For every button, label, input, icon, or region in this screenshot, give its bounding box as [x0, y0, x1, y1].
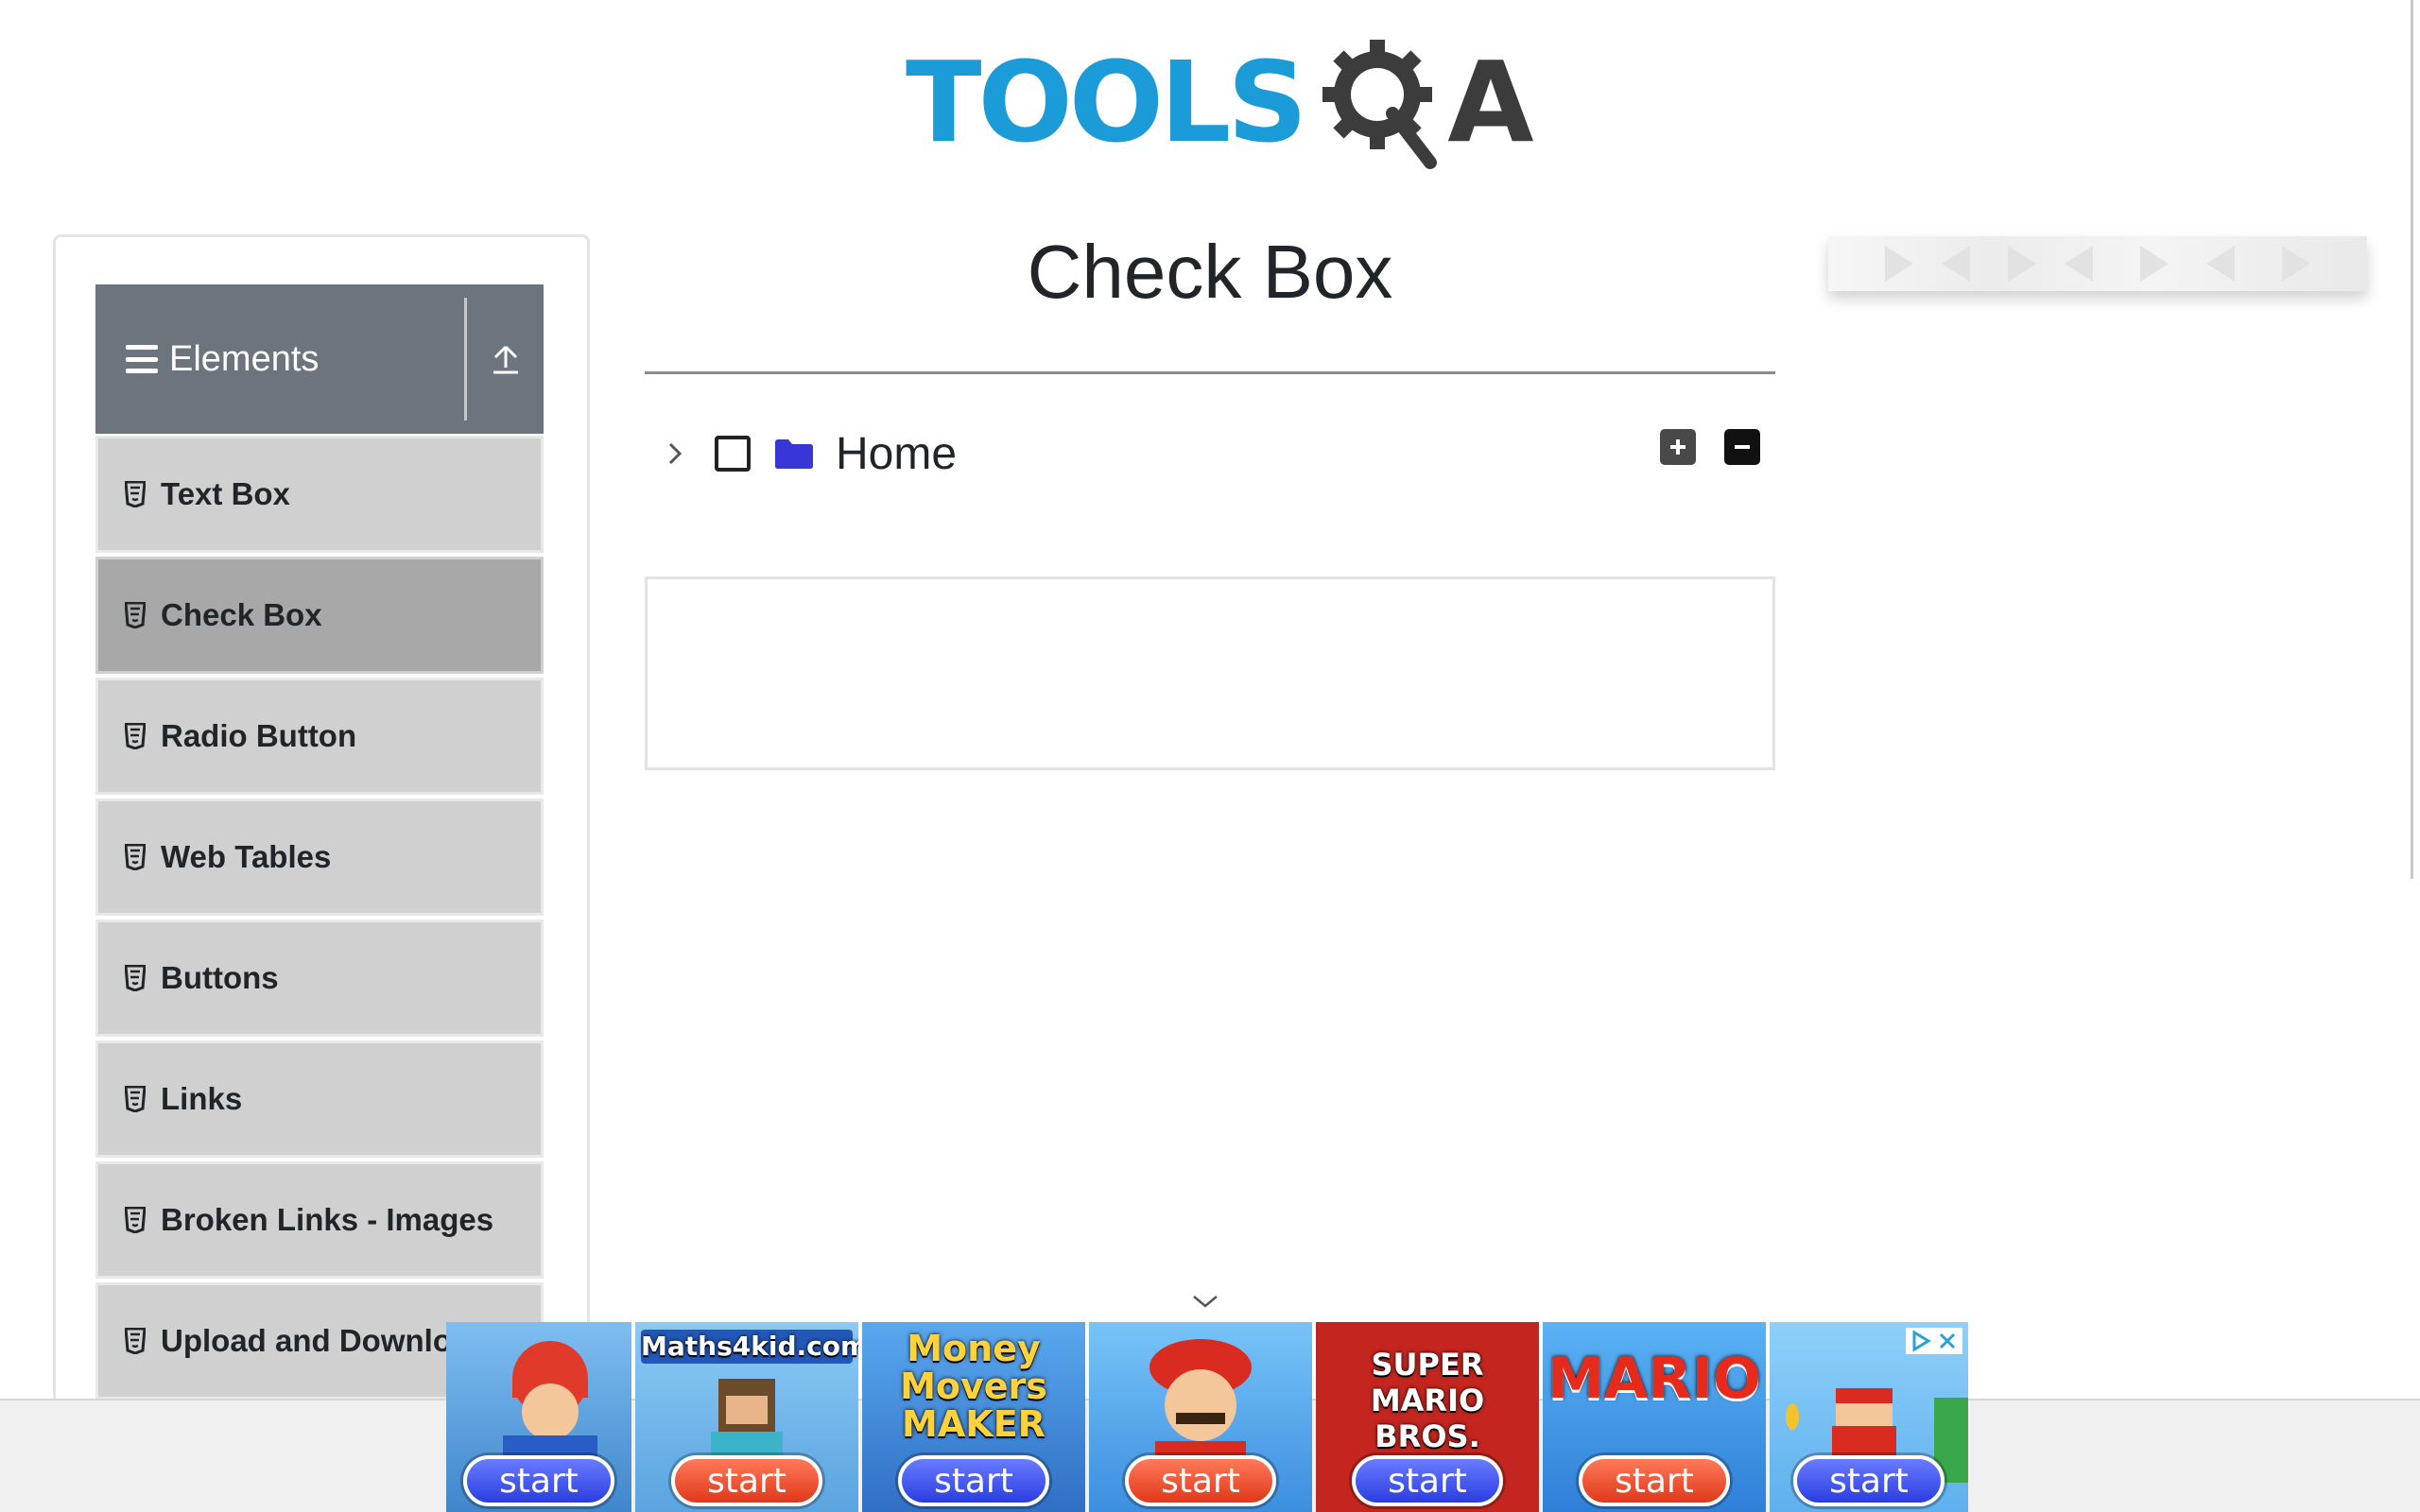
- menu-item-broken-links[interactable]: Broken Links - Images: [95, 1161, 544, 1279]
- menu-item-check-box[interactable]: Check Box: [95, 557, 544, 674]
- ad-start-button[interactable]: start: [898, 1455, 1049, 1506]
- html5-icon: [125, 481, 146, 507]
- ad-start-button[interactable]: start: [1125, 1455, 1276, 1506]
- ad-start-button[interactable]: start: [1352, 1455, 1503, 1506]
- plus-icon: [1670, 439, 1685, 455]
- ad-caption: SUPER MARIO BROS.: [1370, 1347, 1485, 1454]
- ad-tile[interactable]: Maths4kid.com start: [635, 1322, 858, 1512]
- hamburger-icon: [126, 345, 158, 373]
- menu-item-text-box[interactable]: Text Box: [95, 436, 544, 553]
- logo-text-tools: TOOLS: [906, 37, 1307, 167]
- html5-icon: [125, 1086, 146, 1112]
- ad-tile[interactable]: SUPER MARIO BROS. start: [1316, 1322, 1539, 1512]
- expand-all-button[interactable]: [1660, 429, 1696, 465]
- minus-icon: [1735, 445, 1750, 449]
- ad-start-button[interactable]: start: [1579, 1455, 1730, 1506]
- game-ad-strip[interactable]: start Maths4kid.com start Money Movers M…: [446, 1322, 1976, 1512]
- menu-item-label: Web Tables: [161, 839, 332, 874]
- html5-icon: [125, 1207, 146, 1233]
- page-title: Check Box: [1027, 230, 1393, 314]
- adchoices-icon[interactable]: [1910, 1330, 1932, 1352]
- collapse-all-button[interactable]: [1724, 429, 1760, 465]
- result-output-box: [645, 576, 1775, 770]
- html5-icon: [125, 1328, 146, 1354]
- ad-start-button[interactable]: start: [463, 1455, 614, 1506]
- side-ad-banner[interactable]: [1828, 236, 2367, 291]
- menu-item-label: Check Box: [161, 597, 322, 632]
- menu-item-label: Text Box: [161, 476, 290, 511]
- ad-tile[interactable]: start: [446, 1322, 631, 1512]
- close-icon[interactable]: [1936, 1330, 1959, 1352]
- scrollbar-thumb[interactable]: [2411, 0, 2413, 879]
- ad-tile[interactable]: start: [1089, 1322, 1312, 1512]
- ad-start-button[interactable]: start: [671, 1455, 822, 1506]
- menu-item-web-tables[interactable]: Web Tables: [95, 799, 544, 916]
- collapse-group-button[interactable]: [467, 284, 544, 434]
- html5-icon: [125, 723, 146, 749]
- left-panel: Elements Text Box Check Box Radio Button…: [53, 234, 590, 1512]
- gear-magnifier-icon: [1309, 26, 1461, 178]
- menu-item-buttons[interactable]: Buttons: [95, 919, 544, 1037]
- menu-item-label: Links: [161, 1081, 243, 1116]
- group-title: Elements: [169, 338, 320, 379]
- menu-item-label: Broken Links - Images: [161, 1202, 494, 1237]
- menu-item-links[interactable]: Links: [95, 1040, 544, 1158]
- ad-caption: Money Movers MAKER: [900, 1328, 1047, 1445]
- ad-choices-badge[interactable]: [1906, 1328, 1962, 1354]
- check-box-tree: Home: [645, 416, 1775, 491]
- ad-tile[interactable]: start: [1770, 1322, 1968, 1512]
- html5-icon: [125, 602, 146, 628]
- tree-node-home: Home: [658, 416, 957, 491]
- ad-tile[interactable]: Money Movers MAKER start: [862, 1322, 1085, 1512]
- header-divider: [464, 298, 467, 421]
- html5-icon: [125, 965, 146, 991]
- elements-menu: Text Box Check Box Radio Button Web Tabl…: [95, 436, 544, 1403]
- html5-icon: [125, 844, 146, 870]
- site-header: TOOLS A: [0, 0, 2420, 189]
- folder-icon: [775, 439, 813, 469]
- menu-item-radio-button[interactable]: Radio Button: [95, 678, 544, 795]
- ad-tile[interactable]: MARIO start: [1543, 1322, 1766, 1512]
- group-title-area[interactable]: Elements: [95, 284, 464, 434]
- chevron-right-icon[interactable]: [658, 437, 692, 471]
- title-divider: [645, 371, 1775, 374]
- home-checkbox[interactable]: [715, 436, 751, 472]
- page-scrollbar[interactable]: [2409, 0, 2420, 879]
- menu-item-label: Upload and Download: [161, 1323, 489, 1358]
- toolsqa-logo[interactable]: TOOLS A: [906, 26, 1534, 178]
- menu-item-label: Radio Button: [161, 718, 357, 753]
- menu-item-label: Buttons: [161, 960, 279, 995]
- ad-start-button[interactable]: start: [1793, 1455, 1945, 1506]
- ad-caption: MARIO: [1547, 1346, 1761, 1412]
- arrow-up-icon: [493, 345, 518, 374]
- chevron-down-icon[interactable]: [1191, 1293, 1219, 1310]
- tree-node-label[interactable]: Home: [836, 428, 957, 480]
- ad-pattern: [1885, 246, 2310, 282]
- elements-group-header[interactable]: Elements: [95, 284, 544, 434]
